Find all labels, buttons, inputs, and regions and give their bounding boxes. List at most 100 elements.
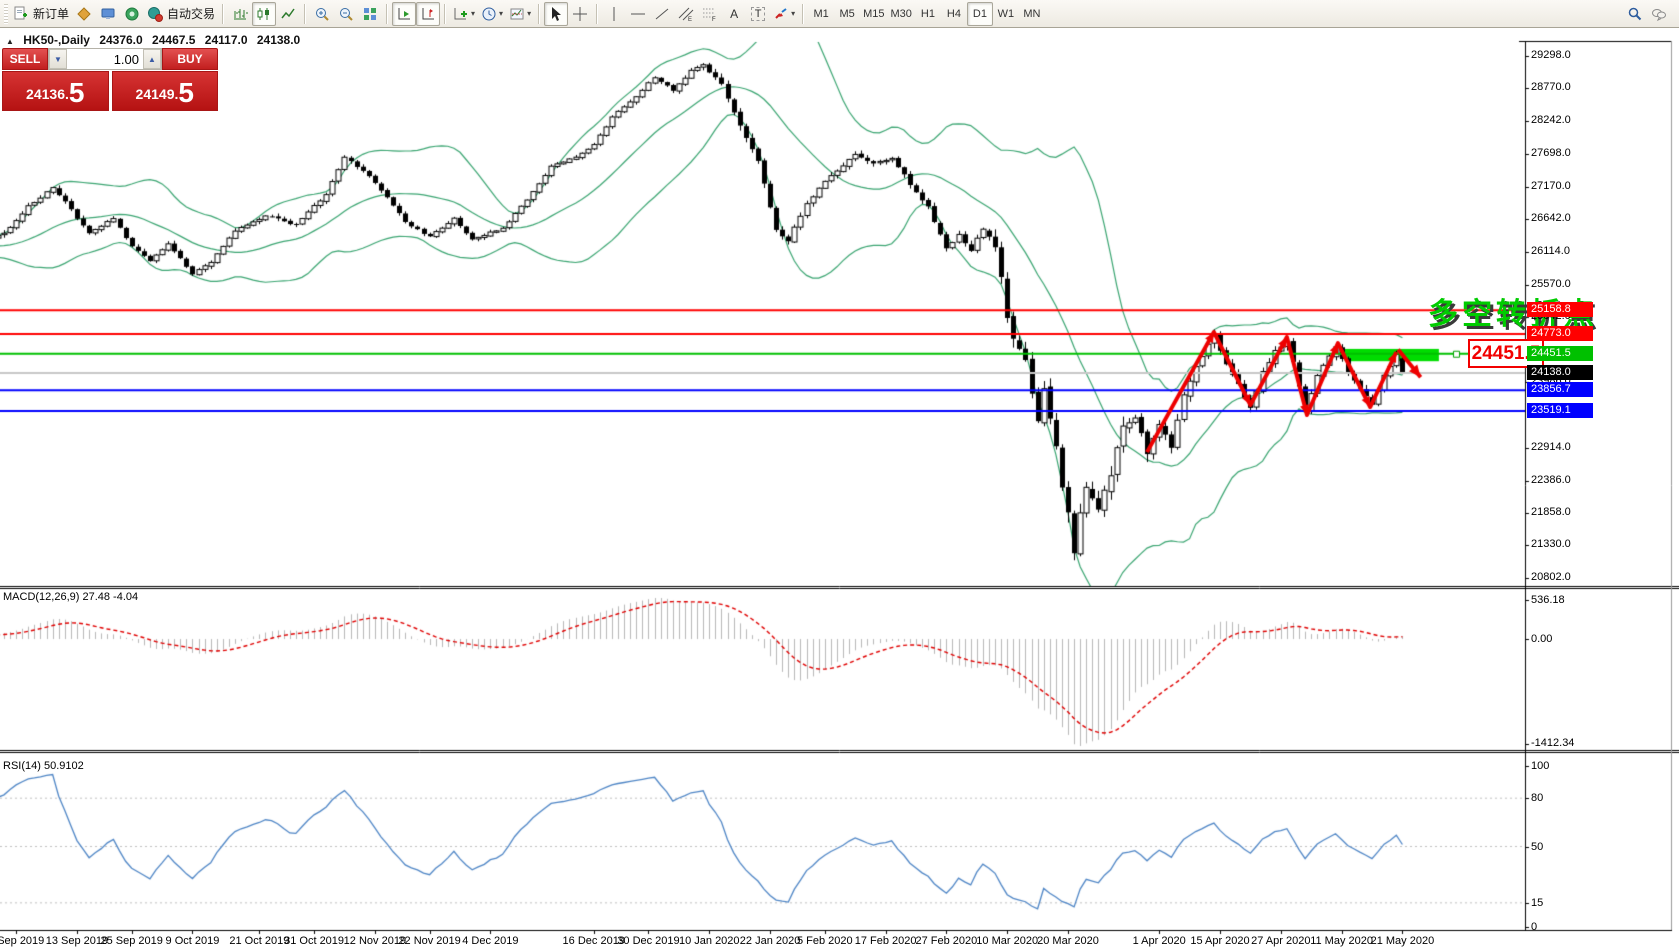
equidistant-channel-icon: E [678, 6, 694, 22]
text-tool-button[interactable]: A [722, 2, 746, 26]
toolbar: 新订单 自动交易 [0, 0, 1679, 28]
metaeditor-button[interactable] [72, 2, 96, 26]
bar-chart-icon [232, 6, 248, 22]
zoom-out-button[interactable] [334, 2, 358, 26]
volume-input[interactable] [67, 49, 143, 69]
vertical-line-icon [606, 6, 622, 22]
one-click-panel-toggle-icon[interactable]: ▲ [6, 37, 14, 46]
timeframe-m1-button[interactable]: M1 [808, 2, 834, 26]
timeframe-m30-button[interactable]: M30 [888, 2, 915, 26]
search-icon [1627, 6, 1643, 22]
zoom-out-icon [338, 6, 354, 22]
tile-windows-button[interactable] [358, 2, 382, 26]
cursor-tool-button[interactable] [544, 2, 568, 26]
periods-button[interactable]: ▾ [478, 2, 506, 26]
gold-badge-icon [76, 6, 92, 22]
turning-point-annotation: 多空转折点 [1428, 289, 1598, 333]
new-order-label: 新订单 [33, 5, 69, 22]
toolbar-separator [538, 4, 540, 24]
rsi-indicator-label: RSI(14) 50.9102 [3, 760, 84, 772]
toolbar-separator [222, 4, 224, 24]
toolbar-separator [596, 4, 598, 24]
buy-price-display[interactable]: 24149.5 [112, 71, 219, 111]
autotrading-label: 自动交易 [167, 5, 215, 22]
arrows-tool-button[interactable]: ▾ [770, 2, 798, 26]
trendline-icon [654, 6, 670, 22]
fibonacci-icon: F [702, 6, 718, 22]
add-indicator-icon [453, 6, 469, 22]
auto-scroll-icon [396, 6, 412, 22]
zoom-in-button[interactable] [310, 2, 334, 26]
sell-price-display[interactable]: 24136.5 [2, 71, 109, 111]
toolbar-separator [386, 4, 388, 24]
candlestick-chart-button[interactable] [252, 2, 276, 26]
toolbar-separator [304, 4, 306, 24]
chat-icon [1651, 6, 1667, 22]
toolbar-separator [802, 4, 804, 24]
timeframe-m5-button[interactable]: M5 [834, 2, 860, 26]
news-button[interactable] [120, 2, 144, 26]
buy-price-main: 24149. [136, 81, 179, 107]
price-chart-canvas[interactable] [0, 28, 1679, 952]
bar-chart-button[interactable] [228, 2, 252, 26]
close-value: 24138.0 [257, 33, 300, 47]
buy-button[interactable]: BUY [162, 48, 218, 70]
timeframe-h1-button[interactable]: H1 [915, 2, 941, 26]
volume-increase-button[interactable]: ▲ [143, 49, 161, 69]
timeframe-d1-button[interactable]: D1 [967, 2, 993, 26]
toolbar-grip [4, 4, 8, 24]
buy-price-pips: 5 [178, 79, 194, 107]
arrow-objects-icon [773, 6, 789, 22]
line-chart-button[interactable] [276, 2, 300, 26]
text-tool-icon: A [730, 7, 738, 21]
dropdown-caret: ▾ [499, 9, 503, 18]
macd-indicator-label: MACD(12,26,9) 27.48 -4.04 [3, 591, 138, 603]
chart-shift-button[interactable] [416, 2, 440, 26]
monitor-icon [100, 6, 116, 22]
vertical-line-tool-button[interactable] [602, 2, 626, 26]
horizontal-line-tool-button[interactable] [626, 2, 650, 26]
mt4-window: 新订单 自动交易 [0, 0, 1679, 952]
symbol-label: HK50-,Daily [23, 33, 90, 47]
timeframe-m15-button[interactable]: M15 [860, 2, 887, 26]
sell-price-main: 24136. [26, 81, 69, 107]
search-button[interactable] [1623, 2, 1647, 26]
market-watch-button[interactable] [96, 2, 120, 26]
broadcast-icon [124, 6, 140, 22]
timeframe-w1-button[interactable]: W1 [993, 2, 1019, 26]
sell-price-pips: 5 [69, 79, 85, 107]
clock-icon [481, 6, 497, 22]
high-value: 24467.5 [152, 33, 195, 47]
svg-text:F: F [712, 17, 716, 22]
toolbar-separator [444, 4, 446, 24]
volume-decrease-button[interactable]: ▼ [49, 49, 67, 69]
templates-button[interactable]: ▾ [506, 2, 534, 26]
svg-text:E: E [688, 17, 692, 22]
dropdown-caret: ▾ [791, 9, 795, 18]
low-value: 24117.0 [205, 33, 248, 47]
timeframe-mn-button[interactable]: MN [1019, 2, 1045, 26]
channel-tool-button[interactable]: E [674, 2, 698, 26]
label-tool-icon: T [751, 7, 766, 21]
fibonacci-tool-button[interactable]: F [698, 2, 722, 26]
sell-button[interactable]: SELL [2, 48, 48, 70]
label-tool-button[interactable]: T [746, 2, 770, 26]
add-indicator-button[interactable]: ▾ [450, 2, 478, 26]
crosshair-icon [572, 6, 588, 22]
line-chart-icon [280, 6, 296, 22]
trendline-tool-button[interactable] [650, 2, 674, 26]
cursor-icon [548, 6, 564, 22]
new-order-button[interactable]: 新订单 [10, 2, 72, 26]
crosshair-tool-button[interactable] [568, 2, 592, 26]
candlestick-chart-icon [256, 6, 272, 22]
auto-scroll-button[interactable] [392, 2, 416, 26]
chat-button[interactable] [1647, 2, 1671, 26]
price-level-tag: 24451.5 [1468, 339, 1544, 368]
dropdown-caret: ▾ [527, 9, 531, 18]
timeframe-h4-button[interactable]: H4 [941, 2, 967, 26]
new-order-icon [13, 6, 29, 22]
dropdown-caret: ▾ [471, 9, 475, 18]
autotrading-button[interactable]: 自动交易 [144, 2, 218, 26]
chart-header: ▲ HK50-,Daily 24376.0 24467.5 24117.0 24… [6, 33, 306, 47]
chart-shift-icon [420, 6, 436, 22]
